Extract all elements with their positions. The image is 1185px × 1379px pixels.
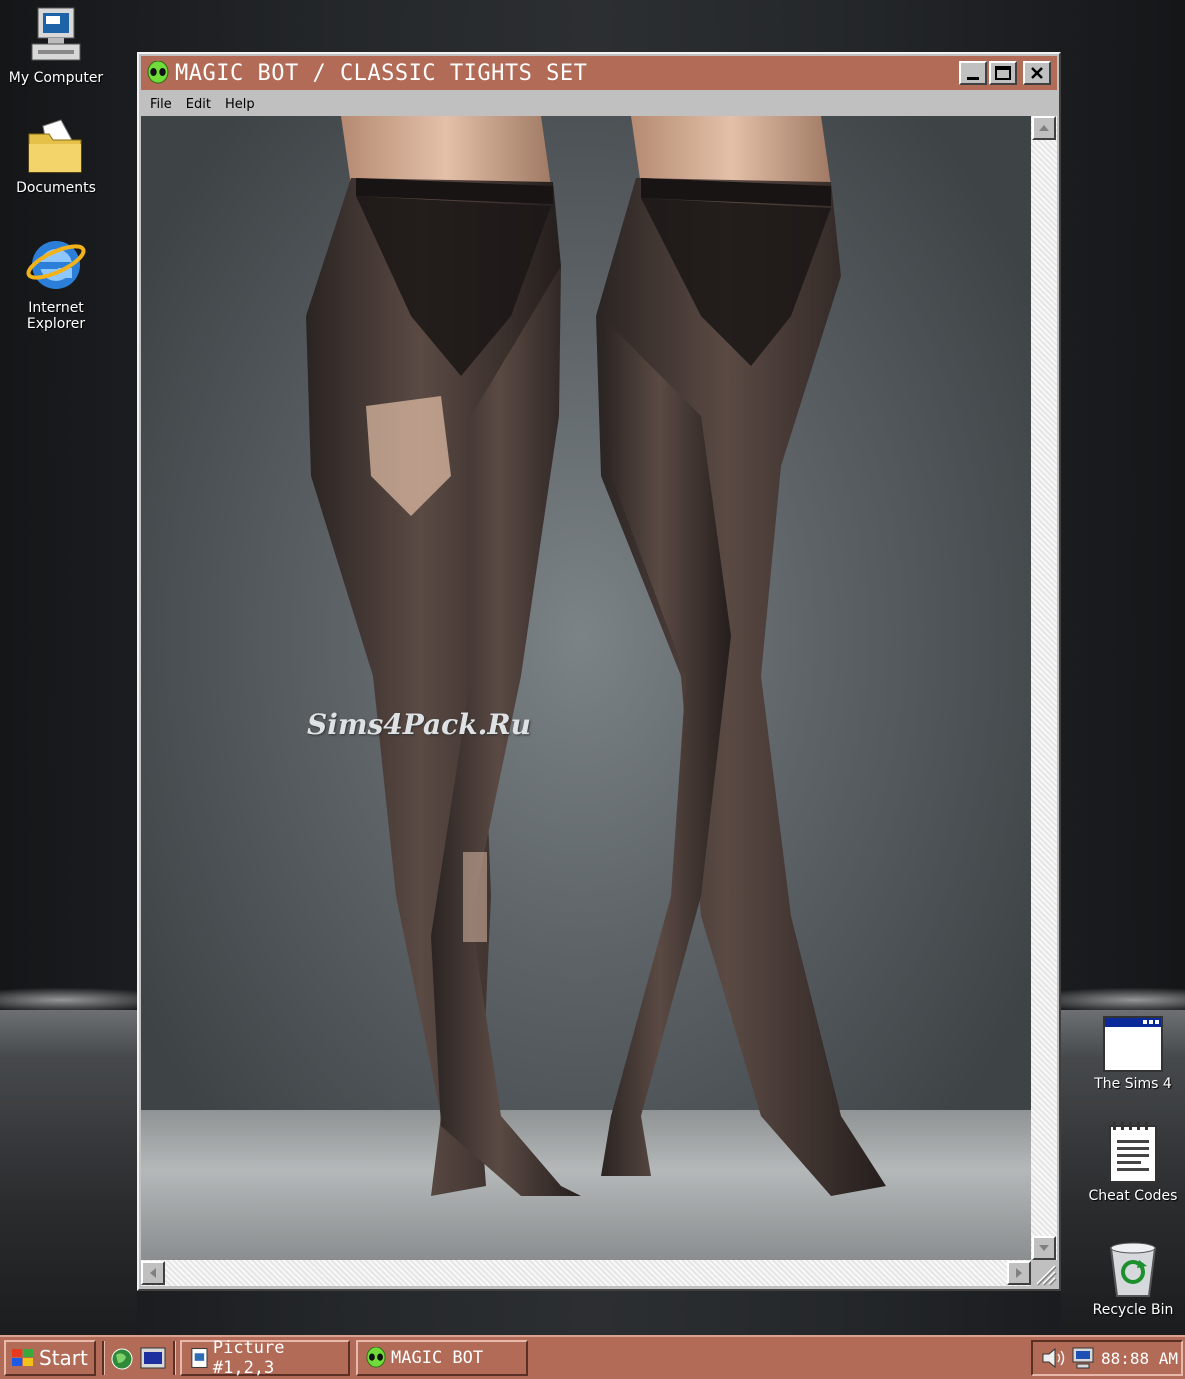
minimize-icon: [967, 77, 979, 80]
desktop-icon-label: Internet Explorer: [26, 300, 86, 332]
network-icon[interactable]: [1071, 1346, 1095, 1370]
menu-file[interactable]: File: [141, 97, 179, 112]
menu-edit[interactable]: Edit: [179, 97, 218, 112]
alien-icon: [147, 61, 169, 84]
task-button-picture[interactable]: Picture #1,2,3: [180, 1338, 350, 1378]
desktop-icon-internet-explorer[interactable]: Internet Explorer: [0, 232, 112, 332]
internet-explorer-icon: [26, 241, 86, 289]
start-button[interactable]: Start: [4, 1340, 96, 1376]
minimize-button[interactable]: [959, 61, 987, 85]
vertical-scrollbar[interactable]: [1031, 116, 1057, 1260]
resize-grip-icon: [1036, 1265, 1057, 1286]
desktop-icon-documents[interactable]: Documents: [0, 118, 112, 196]
desktop-icon-my-computer[interactable]: My Computer: [0, 6, 112, 86]
desktop-icon-label: The Sims 4: [1094, 1076, 1172, 1092]
arrow-right-icon: [1016, 1268, 1022, 1278]
desktop-icon-the-sims-4[interactable]: The Sims 4: [1077, 1016, 1185, 1092]
desktop-icon-label: Documents: [16, 180, 96, 196]
clock: 88:88 AM: [1101, 1348, 1179, 1368]
notepad-icon: [1109, 1122, 1157, 1183]
image-watermark: Sims4Pack.Ru: [307, 708, 531, 741]
volume-icon[interactable]: [1041, 1346, 1067, 1370]
window-title: MAGIC BOT / CLASSIC TIGHTS SET: [175, 60, 588, 86]
close-icon: [1031, 67, 1043, 79]
desktop-icon-label: Recycle Bin: [1092, 1302, 1174, 1318]
desktop-icon-recycle-bin[interactable]: Recycle Bin: [1077, 1238, 1185, 1318]
product-photo: [306, 116, 886, 1196]
scroll-up-button[interactable]: [1032, 116, 1056, 140]
horizontal-scrollbar[interactable]: [141, 1260, 1031, 1286]
taskbar-divider: [102, 1341, 105, 1375]
window-icon: [1103, 1016, 1163, 1072]
quick-launch-msdos[interactable]: [140, 1347, 166, 1373]
close-button[interactable]: [1023, 61, 1051, 85]
folder-icon: [28, 119, 82, 173]
task-button-magic-bot[interactable]: MAGIC BOT: [356, 1340, 528, 1376]
maximize-icon: [995, 66, 1011, 80]
computer-icon: [31, 7, 81, 61]
start-label: Start: [39, 1346, 88, 1370]
arrow-up-icon: [1039, 125, 1049, 131]
title-bar[interactable]: MAGIC BOT / CLASSIC TIGHTS SET: [141, 56, 1057, 90]
maximize-button[interactable]: [989, 61, 1017, 85]
menu-help[interactable]: Help: [218, 97, 262, 112]
windows-logo-icon: [12, 1349, 33, 1366]
taskbar: Start Picture #1,2,3 MAGIC BOT 88:88 AM: [0, 1335, 1185, 1379]
task-label: MAGIC BOT: [391, 1348, 484, 1368]
msdos-icon: [140, 1347, 166, 1369]
quick-launch-browser[interactable]: [110, 1347, 134, 1375]
recycle-bin-icon: [1109, 1242, 1157, 1297]
arrow-down-icon: [1039, 1245, 1049, 1251]
task-label: Picture #1,2,3: [212, 1338, 285, 1378]
resize-grip[interactable]: [1031, 1260, 1057, 1286]
scroll-right-button[interactable]: [1007, 1261, 1031, 1285]
image-viewport: Sims4Pack.Ru: [141, 116, 1031, 1260]
system-tray: 88:88 AM: [1031, 1340, 1183, 1376]
alien-icon: [366, 1347, 386, 1368]
arrow-left-icon: [150, 1268, 156, 1278]
scroll-down-button[interactable]: [1032, 1236, 1056, 1260]
globe-icon: [111, 1348, 133, 1370]
desktop-icon-cheat-codes[interactable]: Cheat Codes: [1077, 1122, 1185, 1204]
taskbar-divider: [173, 1341, 176, 1375]
desktop-icon-label: My Computer: [8, 70, 104, 86]
picture-file-icon: [191, 1348, 208, 1368]
menu-bar: File Edit Help: [141, 92, 1057, 116]
scroll-left-button[interactable]: [141, 1261, 165, 1285]
desktop-floor-left: [0, 1010, 137, 1335]
main-window: MAGIC BOT / CLASSIC TIGHTS SET File Edit…: [137, 52, 1061, 1291]
desktop-icon-label: Cheat Codes: [1088, 1188, 1178, 1204]
